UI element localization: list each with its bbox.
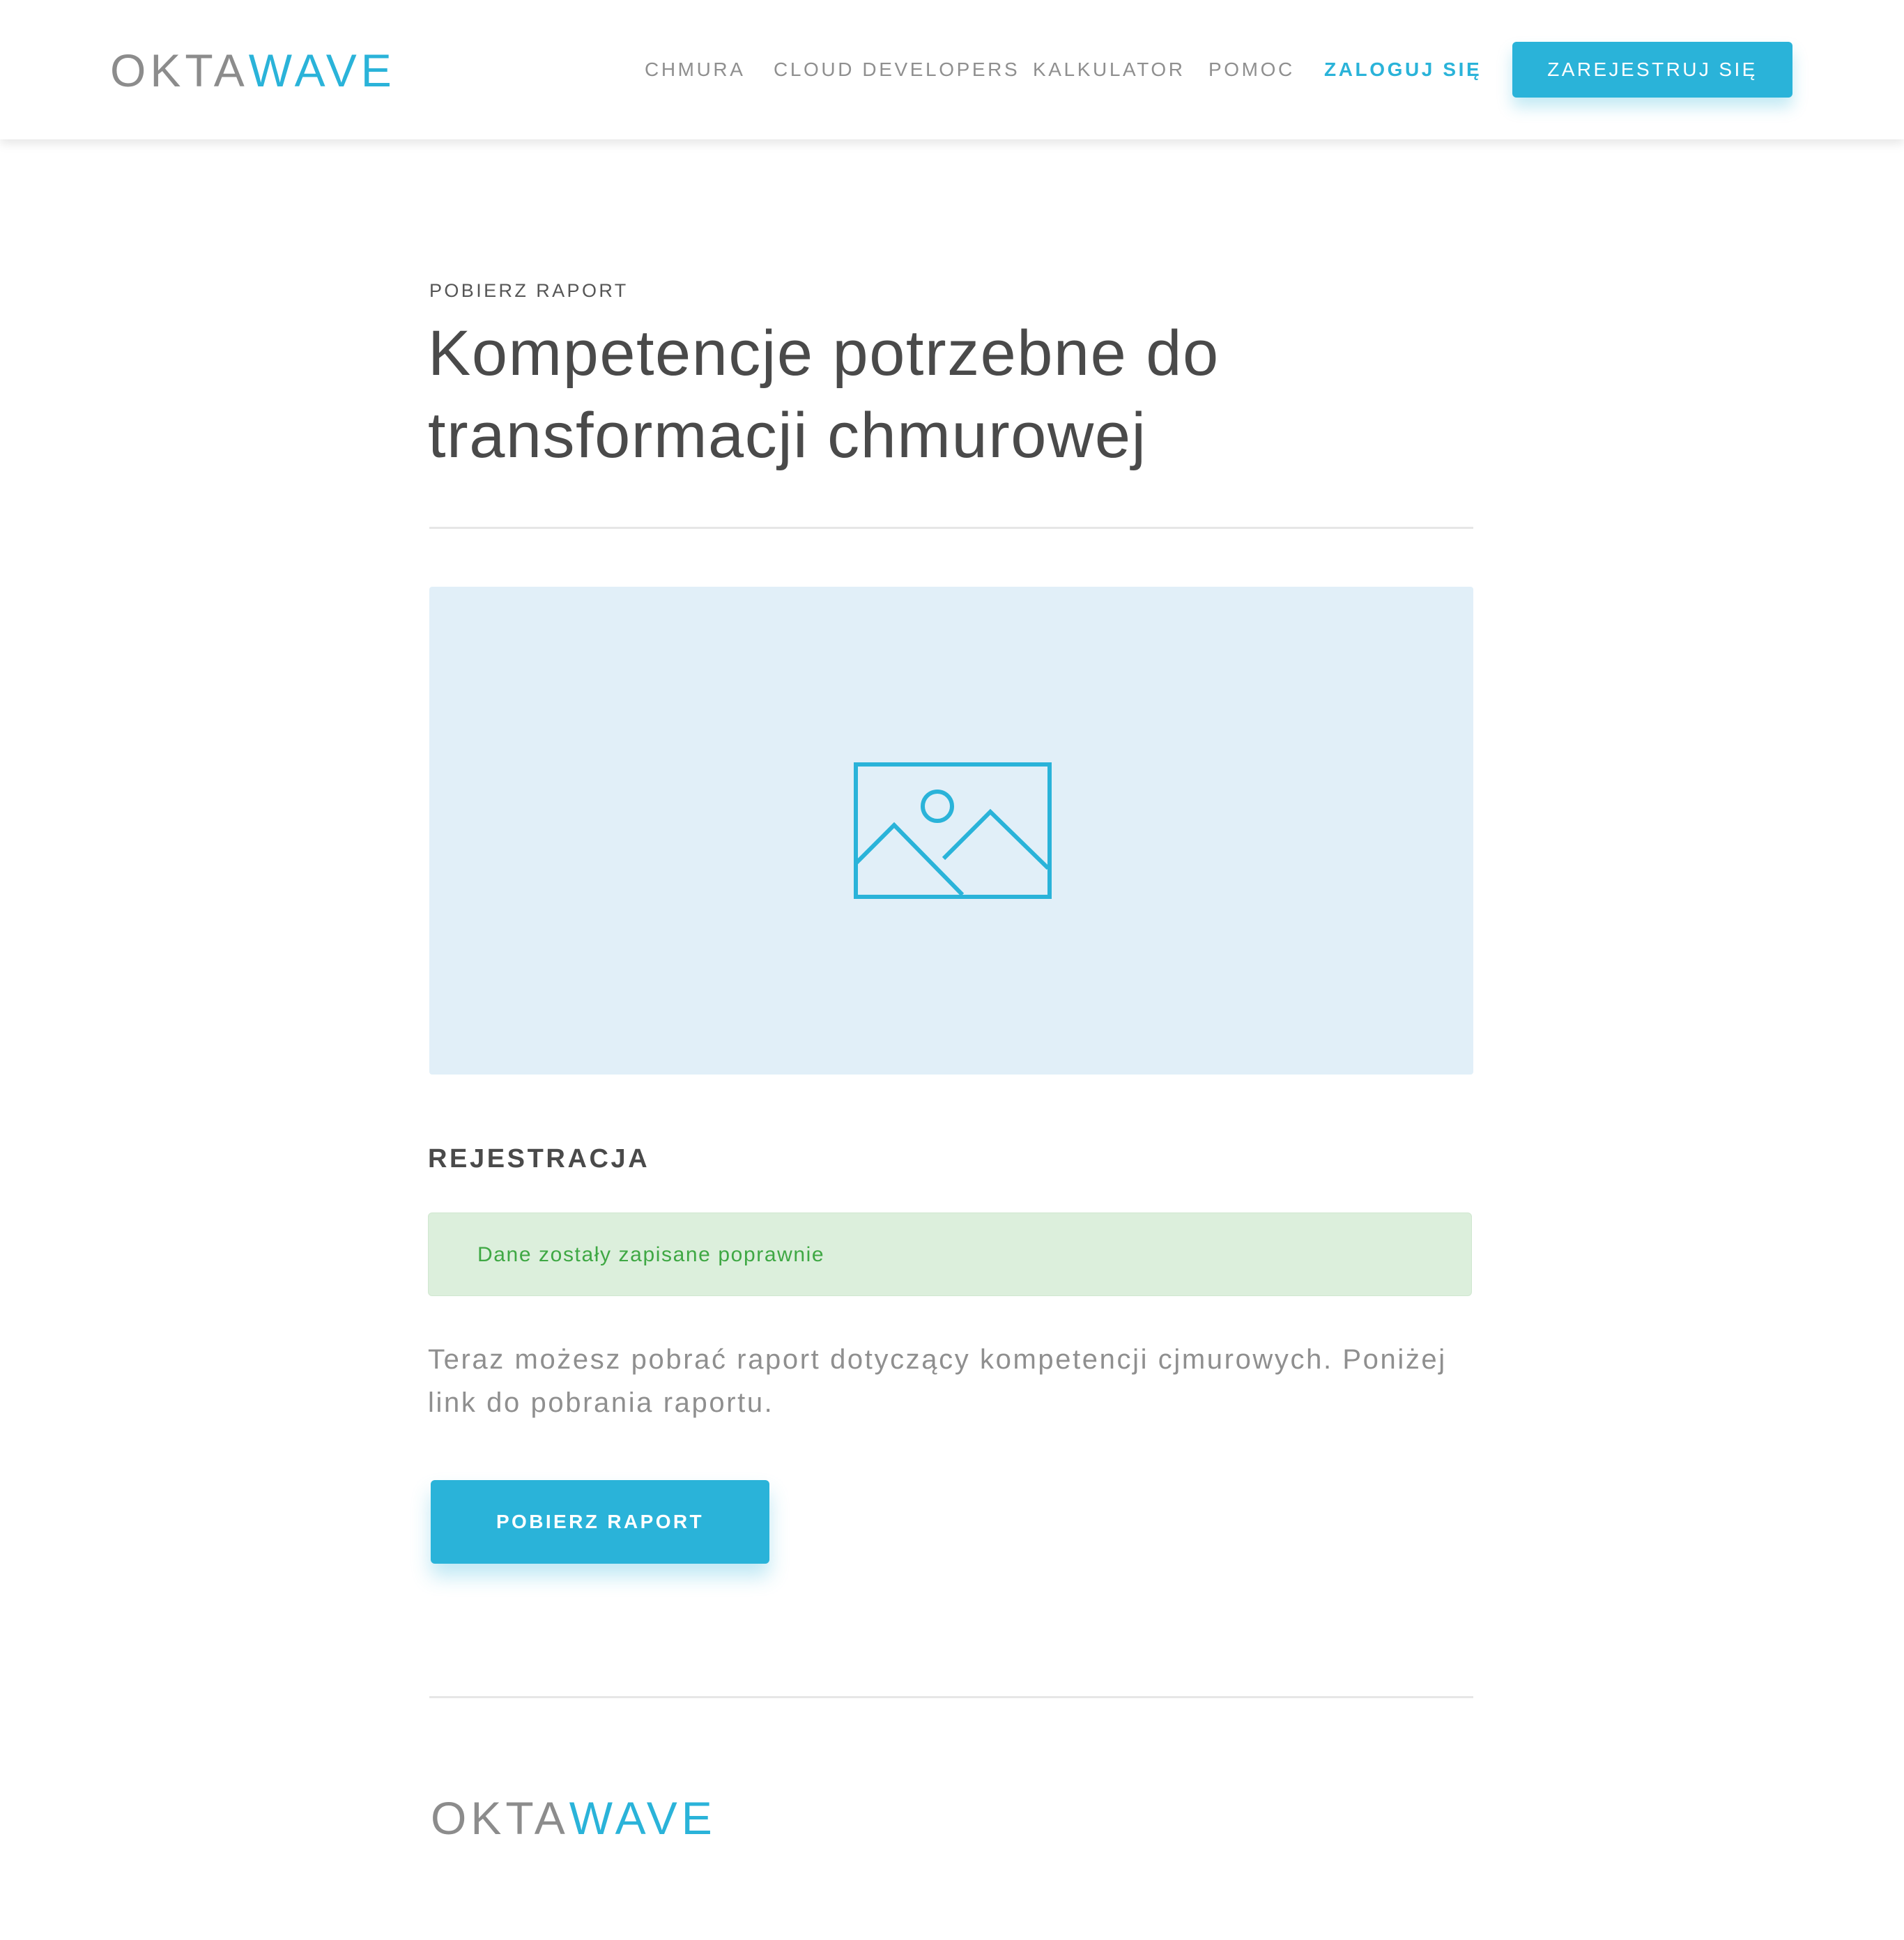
nav-item-cloud-developers[interactable]: CLOUD DEVELOPERS [774, 57, 1020, 82]
login-link[interactable]: ZALOGUJ SIĘ [1324, 57, 1482, 82]
success-alert: Dane zostały zapisane poprawnie [428, 1212, 1472, 1296]
download-report-button[interactable]: POBIERZ RAPORT [431, 1480, 769, 1564]
site-header: OKTA WAVE CHMURA CLOUD DEVELOPERS KALKULA… [0, 0, 1904, 139]
footer-logo[interactable]: OKTA WAVE [431, 1794, 716, 1842]
nav-item-pomoc[interactable]: POMOC [1208, 57, 1295, 82]
nav-item-kalkulator[interactable]: KALKULATOR [1033, 57, 1185, 82]
footer-logo-text-wave: WAVE [569, 1792, 716, 1844]
main-content: POBIERZ RAPORT Kompetencje potrzebne do … [0, 139, 1904, 1940]
register-button[interactable]: ZAREJESTRUJ SIĘ [1512, 42, 1792, 98]
registration-heading: REJESTRACJA [428, 1144, 650, 1173]
hero-image-placeholder [429, 587, 1473, 1075]
page-eyebrow: POBIERZ RAPORT [429, 280, 629, 301]
footer-logo-text-okta: OKTA [431, 1792, 569, 1844]
image-placeholder-icon [854, 762, 1052, 899]
page-title: Kompetencje potrzebne do transformacji c… [428, 318, 1220, 471]
footer-divider [429, 1696, 1473, 1698]
divider [429, 527, 1473, 529]
download-info-text: Teraz możesz pobrać raport dotyczący kom… [428, 1344, 1447, 1418]
nav-item-chmura[interactable]: CHMURA [645, 57, 745, 82]
